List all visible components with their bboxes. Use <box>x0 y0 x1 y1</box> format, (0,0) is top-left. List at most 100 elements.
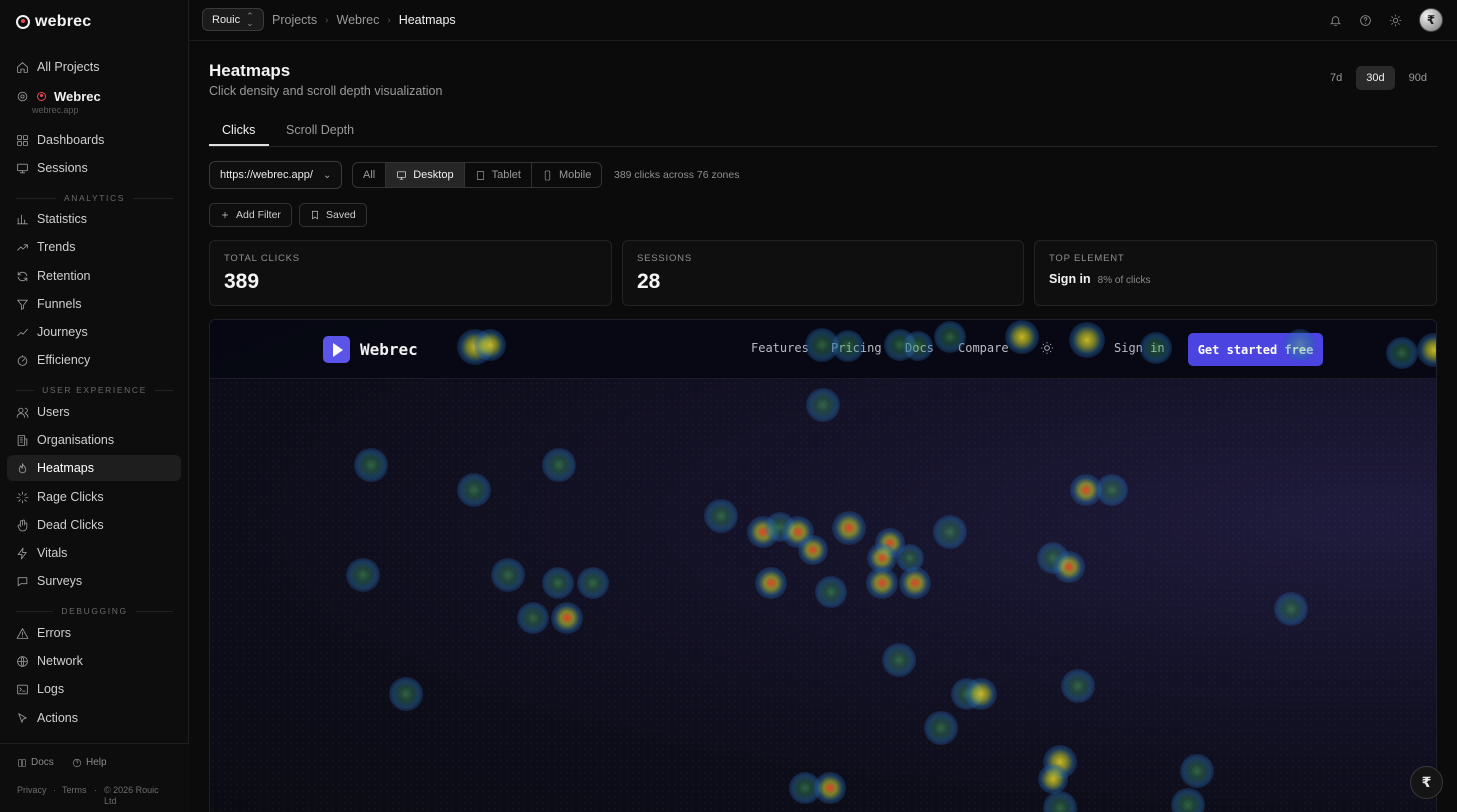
breadcrumb: Projects › Webrec › Heatmaps <box>272 13 456 27</box>
bar-chart-icon <box>16 213 29 226</box>
legal-separator: · <box>53 785 56 795</box>
stat-label: TOTAL CLICKS <box>224 253 300 264</box>
range-90d-button[interactable]: 90d <box>1399 66 1437 90</box>
sidebar-item-label: Trends <box>37 240 76 254</box>
site-link-compare: Compare <box>958 341 1009 355</box>
stat-card-sessions: SESSIONS 28 <box>622 240 1024 306</box>
sidebar-item-label: Organisations <box>37 433 115 447</box>
sidebar-item-label: Surveys <box>37 574 83 588</box>
sidebar-item-organisations[interactable]: Organisations <box>7 427 181 453</box>
sidebar-item-efficiency[interactable]: Efficiency <box>7 347 181 373</box>
section-label-analytics: ANALYTICS <box>16 193 173 203</box>
sidebar-item-logs[interactable]: Logs <box>7 676 181 702</box>
sidebar-item-sessions[interactable]: Sessions <box>7 155 181 181</box>
range-7d-button[interactable]: 7d <box>1320 66 1352 90</box>
legal-separator: · <box>94 785 97 795</box>
tab-bar: Clicks Scroll Depth <box>209 120 1437 147</box>
breadcrumb-projects[interactable]: Projects <box>272 13 317 27</box>
logo-text: webrec <box>35 13 92 30</box>
sidebar-item-journeys[interactable]: Journeys <box>7 319 181 345</box>
sidebar-current-project[interactable]: Webrec <box>7 86 181 106</box>
device-tablet-button[interactable]: Tablet <box>465 163 532 187</box>
tab-clicks[interactable]: Clicks <box>222 123 255 137</box>
bell-icon[interactable] <box>1329 14 1342 27</box>
copyright: © 2026 Rouic Ltd <box>104 785 159 806</box>
help-icon[interactable] <box>1359 14 1372 27</box>
device-mobile-button[interactable]: Mobile <box>532 163 601 187</box>
sidebar-item-label: Retention <box>37 269 91 283</box>
site-cta-button: Get started free <box>1188 333 1323 366</box>
gear-icon <box>16 90 29 103</box>
sidebar-item-all-projects[interactable]: All Projects <box>7 54 181 80</box>
sidebar-item-label: Network <box>37 654 83 668</box>
app-logo[interactable]: webrec <box>16 13 91 31</box>
site-link-sign-in: Sign in <box>1114 341 1165 355</box>
sidebar-item-errors[interactable]: Errors <box>7 620 181 646</box>
sidebar-item-label: Users <box>37 405 70 419</box>
stat-value: 28 <box>637 270 661 293</box>
home-icon <box>16 61 29 74</box>
sidebar-item-label: Vitals <box>37 546 68 560</box>
user-avatar[interactable]: ₹ <box>1419 8 1443 32</box>
sidebar-item-dashboards[interactable]: Dashboards <box>7 127 181 153</box>
sidebar-item-trends[interactable]: Trends <box>7 234 181 260</box>
chevron-down-icon: ⌄ <box>322 169 332 181</box>
add-filter-button[interactable]: Add Filter <box>209 203 292 227</box>
sidebar-item-network[interactable]: Network <box>7 648 181 674</box>
bookmark-icon <box>312 210 318 220</box>
funnel-icon <box>16 298 29 311</box>
sidebar-item-label: All Projects <box>37 60 100 74</box>
org-switcher[interactable]: Rouic ⌃ ⌄ <box>202 8 264 31</box>
sidebar-item-dead-clicks[interactable]: Dead Clicks <box>7 512 181 538</box>
help-link[interactable]: Help <box>72 757 107 768</box>
burst-icon <box>16 491 29 504</box>
device-all-button[interactable]: All <box>353 163 387 187</box>
sidebar-item-label: Dashboards <box>37 133 105 147</box>
flame-icon <box>16 462 29 475</box>
sun-icon[interactable] <box>1389 14 1402 27</box>
saved-filters-button[interactable]: Saved <box>299 203 367 227</box>
assistant-fab[interactable]: ₹ <box>1410 766 1443 799</box>
project-favicon-icon <box>37 91 46 101</box>
topbar-actions: ₹ <box>1329 8 1443 32</box>
sidebar-item-rage-clicks[interactable]: Rage Clicks <box>7 484 181 510</box>
sidebar-item-statistics[interactable]: Statistics <box>7 206 181 232</box>
heatmap-canvas[interactable]: Webrec Features Pricing Docs Compare Sig… <box>209 319 1437 812</box>
sidebar-item-label: Heatmaps <box>37 461 94 475</box>
click-summary: 389 clicks across 76 zones <box>614 169 740 181</box>
range-30d-button[interactable]: 30d <box>1356 66 1395 90</box>
sun-icon <box>1040 341 1054 355</box>
sidebar-item-surveys[interactable]: Surveys <box>7 568 181 594</box>
sidebar-item-label: Rage Clicks <box>37 490 104 504</box>
hand-icon <box>16 519 29 532</box>
project-name: Webrec <box>54 88 101 104</box>
docs-link[interactable]: Docs <box>17 757 54 768</box>
sidebar-item-retention[interactable]: Retention <box>7 263 181 289</box>
privacy-link[interactable]: Privacy <box>17 785 47 796</box>
book-icon <box>18 758 26 767</box>
sidebar-item-funnels[interactable]: Funnels <box>7 291 181 317</box>
sidebar-item-users[interactable]: Users <box>7 399 181 425</box>
top-element-name: Sign in <box>1049 272 1091 286</box>
url-select[interactable]: https://webrec.app/ ⌄ <box>209 161 342 189</box>
breadcrumb-project[interactable]: Webrec <box>337 13 380 27</box>
project-domain: webrec.app <box>32 105 79 115</box>
route-icon <box>16 326 29 339</box>
terms-link[interactable]: Terms <box>62 785 87 796</box>
sidebar-item-label: Efficiency <box>37 353 91 367</box>
tab-scroll-depth[interactable]: Scroll Depth <box>286 123 354 137</box>
sidebar-item-vitals[interactable]: Vitals <box>7 540 181 566</box>
grid-icon <box>16 134 29 147</box>
sidebar-item-heatmaps[interactable]: Heatmaps <box>7 455 181 481</box>
page-subtitle: Click density and scroll depth visualiza… <box>209 84 443 98</box>
date-range-selector: 7d 30d 90d <box>1320 66 1437 90</box>
device-desktop-button[interactable]: Desktop <box>386 163 465 187</box>
site-link-features: Features <box>751 341 809 355</box>
active-tab-indicator <box>209 144 269 146</box>
sidebar-item-actions[interactable]: Actions <box>7 705 181 731</box>
url-select-value: https://webrec.app/ <box>220 169 313 181</box>
stat-card-top-element: TOP ELEMENT Sign in 8% of clicks <box>1034 240 1437 306</box>
stat-value: 389 <box>224 270 260 293</box>
mobile-icon <box>544 170 551 180</box>
page-title: Heatmaps <box>209 61 291 80</box>
